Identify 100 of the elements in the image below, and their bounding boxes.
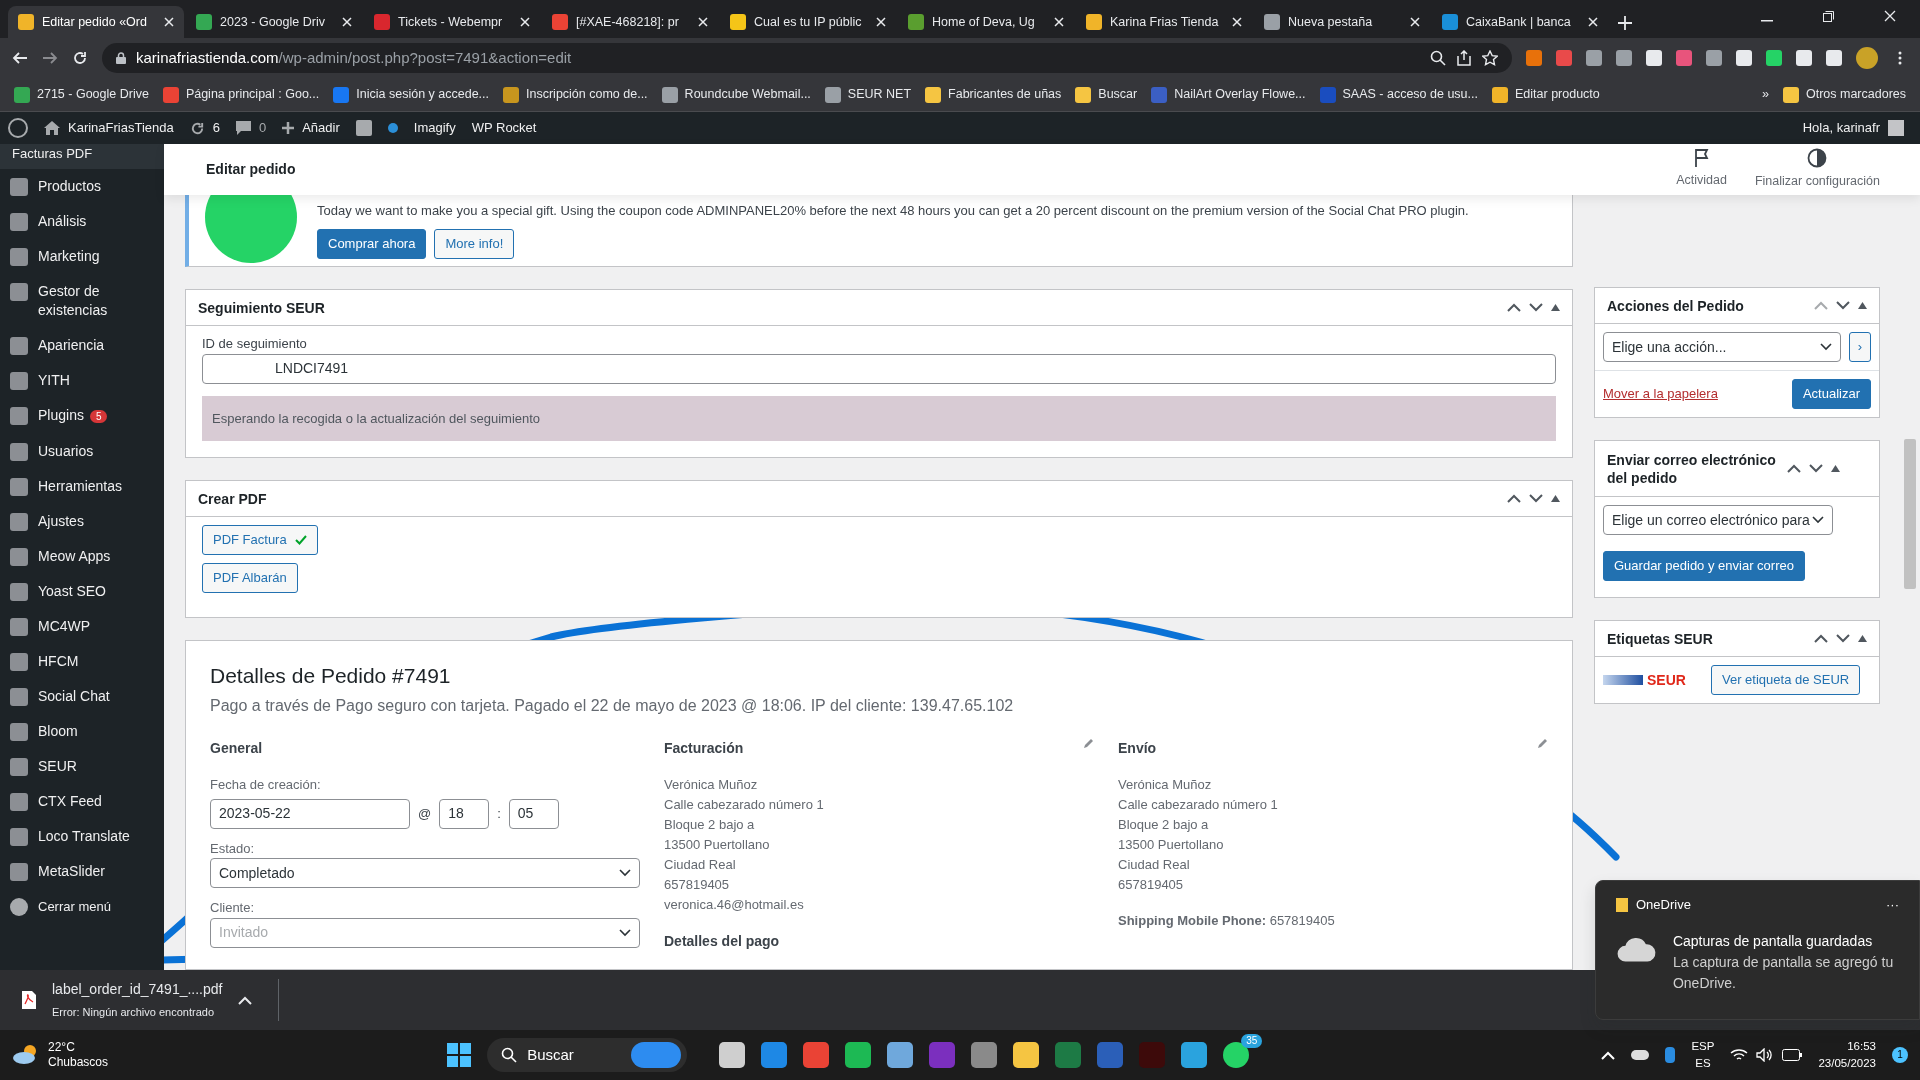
app-icon[interactable] — [719, 1042, 746, 1068]
sidebar-item[interactable]: Facturas PDF — [0, 144, 164, 169]
address-bar[interactable]: karinafriastienda.com/wp-admin/post.php?post=7491&action=edit — [102, 43, 1512, 73]
header-action[interactable]: Finalizar configuración — [1754, 148, 1880, 191]
chevron-down-icon[interactable] — [1529, 494, 1543, 503]
share-icon[interactable] — [1456, 50, 1472, 66]
bookmark[interactable]: Editar producto — [1492, 85, 1600, 104]
buy-button[interactable]: Comprar ahora — [317, 228, 427, 259]
browser-tab[interactable]: [#XAE-468218]: pr — [542, 6, 718, 38]
triangle-icon[interactable] — [1858, 302, 1867, 309]
chevron-down-icon[interactable] — [1529, 303, 1543, 312]
pdf-button[interactable]: PDF Albarán — [202, 563, 298, 593]
close-icon[interactable] — [1232, 17, 1242, 27]
more-button[interactable]: ··· — [1886, 895, 1899, 915]
sidebar-item[interactable]: HFCM — [0, 644, 164, 679]
wifi-icon[interactable] — [1730, 1048, 1749, 1062]
bookmark[interactable]: SAAS - acceso de usu... — [1319, 85, 1478, 104]
sidebar-item[interactable]: Gestor de existencias — [0, 274, 164, 328]
hour-field[interactable]: 18 — [439, 798, 490, 829]
date-field[interactable]: 2023-05-22 — [210, 798, 410, 829]
chevron-down-icon[interactable] — [1836, 301, 1850, 310]
reload-icon[interactable] — [72, 50, 88, 66]
lock-icon[interactable] — [116, 52, 126, 64]
sidebar-item[interactable]: Productos — [0, 169, 164, 204]
bookmark[interactable]: Inscripción como de... — [503, 85, 648, 104]
site-link[interactable]: KarinaFriasTienda — [44, 118, 174, 138]
browser-tab[interactable]: Tickets - Webempr — [364, 6, 540, 38]
sidebar-item[interactable]: Plugins 5 — [0, 398, 164, 434]
windows-icon[interactable] — [447, 1043, 472, 1067]
view-label-button[interactable]: Ver etiqueta de SEUR — [1711, 665, 1861, 695]
header-action[interactable]: Actividad — [1676, 149, 1727, 190]
bookmark[interactable]: 2715 - Google Drive — [14, 85, 149, 104]
pencil-icon[interactable] — [1537, 738, 1548, 750]
app-icon[interactable] — [1181, 1042, 1208, 1068]
status-select[interactable]: Completado — [210, 858, 640, 889]
browser-tab[interactable]: Nueva pestaña — [1254, 6, 1430, 38]
back-icon[interactable] — [12, 50, 28, 66]
sidebar-item[interactable]: Bloom — [0, 714, 164, 749]
update-button[interactable]: Actualizar — [1791, 379, 1871, 409]
toolbar-link[interactable]: Imagify — [413, 118, 456, 138]
app-icon[interactable] — [845, 1042, 872, 1068]
triangle-icon[interactable] — [1831, 465, 1840, 472]
pdf-button[interactable]: PDF Factura — [202, 525, 318, 555]
toolbar-link[interactable]: WP Rocket — [471, 118, 537, 138]
chevron-down-icon[interactable] — [1809, 464, 1823, 473]
browser-tab[interactable]: Home of Deva, Ug — [898, 6, 1074, 38]
sidebar-item[interactable]: MC4WP — [0, 609, 164, 644]
app-icon[interactable] — [887, 1042, 914, 1068]
scroll-bar[interactable] — [1904, 439, 1916, 589]
weather-widget[interactable]: 22°C Chubascos — [48, 1040, 109, 1070]
chevron-up-icon[interactable] — [1507, 303, 1521, 312]
close-icon[interactable] — [1410, 17, 1420, 27]
volume-icon[interactable] — [1756, 1048, 1775, 1062]
info-button[interactable]: More info! — [434, 228, 515, 259]
sidebar-item[interactable]: Loco Translate — [0, 819, 164, 854]
triangle-icon[interactable] — [1551, 495, 1560, 502]
sidebar-item[interactable]: MetaSlider — [0, 854, 164, 889]
browser-tab[interactable]: CaixaBank | banca — [1432, 6, 1608, 38]
sidebar-item[interactable]: Cerrar menú — [0, 889, 164, 924]
app-icon[interactable] — [1223, 1042, 1250, 1068]
bookmark[interactable]: Buscar — [1075, 85, 1138, 104]
triangle-icon[interactable] — [1551, 304, 1560, 311]
trash-link[interactable]: Mover a la papelera — [1603, 384, 1718, 404]
browser-tab[interactable]: Karina Frias Tienda — [1076, 6, 1252, 38]
bookmark[interactable]: Fabricantes de uñas — [925, 85, 1062, 104]
close-icon[interactable] — [342, 17, 352, 27]
sidebar-item[interactable]: Ajustes — [0, 504, 164, 539]
browser-tab[interactable]: Editar pedido «Ord — [8, 6, 184, 38]
bookmark[interactable]: Página principal : Goo... — [162, 85, 320, 104]
chevron-down-icon[interactable] — [1836, 634, 1850, 643]
sidebar-item[interactable]: Social Chat — [0, 679, 164, 714]
comments-link[interactable]: 0 — [235, 118, 267, 138]
sidebar-item[interactable]: Apariencia — [0, 328, 164, 363]
sidebar-item[interactable]: Marketing — [0, 239, 164, 274]
browser-tab[interactable]: Cual es tu IP públic — [720, 6, 896, 38]
sidebar-item[interactable]: Usuarios — [0, 434, 164, 469]
app-icon[interactable] — [971, 1042, 998, 1068]
app-icon[interactable] — [1013, 1042, 1040, 1068]
send-email-button[interactable]: Guardar pedido y enviar correo — [1603, 551, 1805, 581]
minute-field[interactable]: 05 — [508, 798, 559, 829]
action-select[interactable]: Elige una acción... — [1603, 332, 1841, 362]
sidebar-item[interactable]: SEUR — [0, 749, 164, 784]
language-indicator[interactable]: ESP ES — [1691, 1038, 1715, 1072]
close-icon[interactable] — [1054, 17, 1064, 27]
browser-tab[interactable]: 2023 - Google Driv — [186, 6, 362, 38]
sidebar-item[interactable]: CTX Feed — [0, 784, 164, 819]
sidebar-item[interactable]: YITH — [0, 363, 164, 398]
close-icon[interactable] — [876, 17, 886, 27]
apply-button[interactable]: › — [1848, 332, 1871, 362]
chevron-up-icon[interactable] — [1787, 464, 1801, 473]
tracking-field[interactable]: LNDCI7491 — [202, 353, 1556, 384]
triangle-icon[interactable] — [1858, 635, 1867, 642]
bookmark[interactable]: Inicia sesión y accede... — [333, 85, 489, 104]
account-link[interactable]: Hola, karinafr — [1802, 118, 1904, 138]
close-icon[interactable] — [698, 17, 708, 27]
overflow-button[interactable]: » — [1762, 85, 1769, 104]
minimize-icon[interactable] — [1761, 20, 1773, 22]
sidebar-item[interactable]: Análisis — [0, 204, 164, 239]
battery-icon[interactable] — [1782, 1049, 1803, 1061]
new-link[interactable]: Añadir — [282, 118, 340, 138]
